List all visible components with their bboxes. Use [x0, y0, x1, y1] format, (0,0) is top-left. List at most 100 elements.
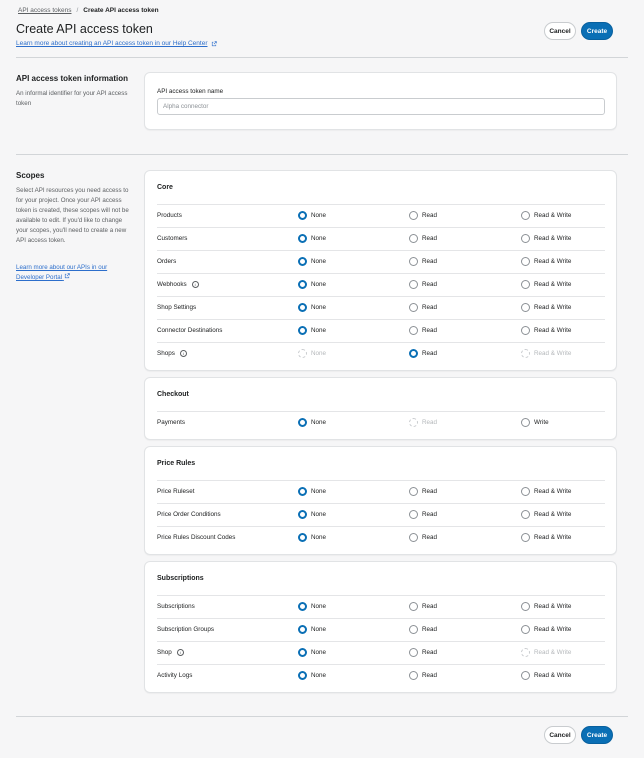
radio-button[interactable]: [298, 671, 307, 680]
radio-button[interactable]: [409, 211, 418, 220]
radio-option-none[interactable]: None: [298, 671, 326, 680]
radio-button[interactable]: [298, 487, 307, 496]
radio-button[interactable]: [409, 326, 418, 335]
radio-button[interactable]: [521, 602, 530, 611]
radio-option-read[interactable]: Read: [409, 349, 437, 358]
radio-button[interactable]: [521, 280, 530, 289]
info-icon[interactable]: i: [176, 649, 184, 656]
radio-button[interactable]: [298, 280, 307, 289]
radio-option-read-write[interactable]: Read & Write: [521, 280, 571, 289]
radio-option-none[interactable]: None: [298, 418, 326, 427]
radio-button[interactable]: [409, 533, 418, 542]
radio-option-read-write[interactable]: Read & Write: [521, 625, 571, 634]
radio-option-none[interactable]: None: [298, 211, 326, 220]
radio-button[interactable]: [409, 303, 418, 312]
radio-option-label: None: [311, 534, 327, 541]
radio-button[interactable]: [521, 510, 530, 519]
radio-button[interactable]: [298, 211, 307, 220]
radio-button[interactable]: [521, 625, 530, 634]
radio-option-read-write[interactable]: Read & Write: [521, 211, 571, 220]
footer-cancel-button[interactable]: Cancel: [544, 726, 576, 744]
radio-button: [521, 648, 530, 657]
radio-option-read[interactable]: Read: [409, 533, 437, 542]
help-center-link[interactable]: Learn more about creating an API access …: [16, 40, 217, 47]
radio-button[interactable]: [409, 602, 418, 611]
info-icon[interactable]: i: [179, 350, 187, 357]
radio-option-read[interactable]: Read: [409, 303, 437, 312]
radio-option-write[interactable]: Write: [521, 418, 549, 427]
radio-option-read-write[interactable]: Read & Write: [521, 510, 571, 519]
radio-button[interactable]: [521, 326, 530, 335]
radio-option-read[interactable]: Read: [409, 211, 437, 220]
footer-create-button[interactable]: Create: [581, 726, 613, 744]
radio-option-read[interactable]: Read: [409, 671, 437, 680]
radio-button[interactable]: [409, 280, 418, 289]
radio-option-read-write[interactable]: Read & Write: [521, 303, 571, 312]
help-center-link-label: Learn more about creating an API access …: [16, 40, 208, 47]
radio-option-read-write[interactable]: Read & Write: [521, 671, 571, 680]
radio-button[interactable]: [298, 326, 307, 335]
radio-option-none[interactable]: None: [298, 487, 326, 496]
radio-button[interactable]: [521, 303, 530, 312]
radio-option-none[interactable]: None: [298, 625, 326, 634]
create-button[interactable]: Create: [581, 22, 613, 40]
radio-button[interactable]: [521, 533, 530, 542]
radio-option-read-write[interactable]: Read & Write: [521, 487, 571, 496]
radio-button: [521, 349, 530, 358]
radio-button[interactable]: [521, 234, 530, 243]
radio-option-read-write[interactable]: Read & Write: [521, 533, 571, 542]
radio-option-none[interactable]: None: [298, 510, 326, 519]
scope-card-price-rules: Price Rules Price Ruleset None Read Read & W…: [144, 446, 617, 555]
radio-option-label: None: [311, 649, 327, 656]
radio-button[interactable]: [298, 648, 307, 657]
radio-option-read[interactable]: Read: [409, 234, 437, 243]
info-icon[interactable]: i: [191, 281, 199, 288]
radio-option-read[interactable]: Read: [409, 625, 437, 634]
radio-button[interactable]: [521, 257, 530, 266]
radio-button[interactable]: [298, 303, 307, 312]
radio-option-read-write[interactable]: Read & Write: [521, 257, 571, 266]
radio-button[interactable]: [409, 625, 418, 634]
radio-option-read[interactable]: Read: [409, 257, 437, 266]
developer-portal-link[interactable]: Learn more about our APIs in our Develop…: [16, 263, 134, 283]
radio-option-read[interactable]: Read: [409, 280, 437, 289]
radio-option-read-write[interactable]: Read & Write: [521, 602, 571, 611]
radio-button: [298, 349, 307, 358]
radio-option-none[interactable]: None: [298, 257, 326, 266]
radio-button[interactable]: [521, 418, 530, 427]
radio-button[interactable]: [298, 510, 307, 519]
radio-option-read-write[interactable]: Read & Write: [521, 234, 571, 243]
radio-option-none[interactable]: None: [298, 303, 326, 312]
radio-button[interactable]: [298, 234, 307, 243]
radio-option-read[interactable]: Read: [409, 602, 437, 611]
radio-button[interactable]: [409, 349, 418, 358]
radio-option-read-write[interactable]: Read & Write: [521, 326, 571, 335]
radio-button[interactable]: [298, 602, 307, 611]
radio-button[interactable]: [409, 510, 418, 519]
radio-option-none[interactable]: None: [298, 280, 326, 289]
radio-button[interactable]: [521, 211, 530, 220]
radio-button[interactable]: [409, 257, 418, 266]
radio-button[interactable]: [409, 487, 418, 496]
radio-button[interactable]: [298, 625, 307, 634]
radio-option-read[interactable]: Read: [409, 648, 437, 657]
radio-button[interactable]: [521, 671, 530, 680]
radio-button[interactable]: [409, 671, 418, 680]
cancel-button[interactable]: Cancel: [544, 22, 576, 40]
radio-option-read[interactable]: Read: [409, 326, 437, 335]
radio-button[interactable]: [298, 257, 307, 266]
radio-option-read[interactable]: Read: [409, 510, 437, 519]
radio-button[interactable]: [298, 418, 307, 427]
breadcrumb-api-access-tokens-link[interactable]: API access tokens: [18, 7, 71, 14]
radio-option-none[interactable]: None: [298, 234, 326, 243]
radio-button[interactable]: [409, 648, 418, 657]
radio-option-read[interactable]: Read: [409, 487, 437, 496]
radio-option-none[interactable]: None: [298, 648, 326, 657]
radio-option-none[interactable]: None: [298, 326, 326, 335]
radio-button[interactable]: [521, 487, 530, 496]
radio-button[interactable]: [409, 234, 418, 243]
radio-option-none[interactable]: None: [298, 602, 326, 611]
radio-option-none[interactable]: None: [298, 533, 326, 542]
radio-button[interactable]: [298, 533, 307, 542]
token-name-input[interactable]: [157, 98, 605, 115]
